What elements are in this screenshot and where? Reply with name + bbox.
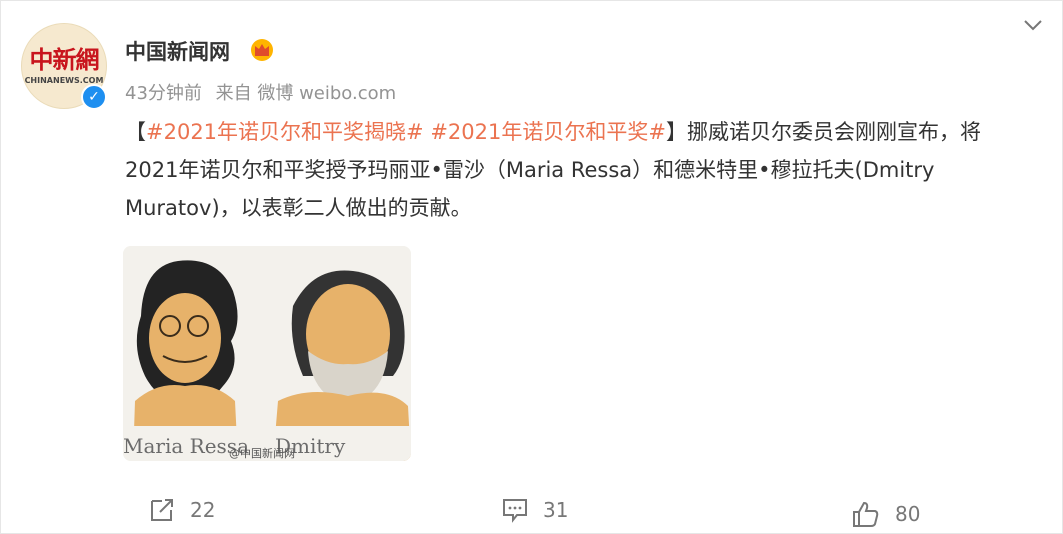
post-source: 来自 微博 weibo.com bbox=[215, 83, 397, 104]
comment-count: 31 bbox=[543, 498, 569, 522]
repost-icon bbox=[151, 499, 173, 521]
content-open-bracket: 【 bbox=[125, 120, 146, 144]
comment-icon bbox=[503, 499, 527, 523]
post-image[interactable]: Maria Ressa Dmitry Muratov @中国新闻网 bbox=[123, 246, 411, 461]
post-meta: 43分钟前 来自 微博 weibo.com bbox=[125, 79, 404, 105]
image-caption-dmitry: Dmitry Muratov bbox=[275, 434, 361, 461]
comment-button[interactable]: 31 bbox=[501, 494, 568, 526]
image-watermark: @中国新闻网 bbox=[229, 447, 295, 460]
repost-count: 22 bbox=[190, 498, 216, 522]
hashtag-link-2[interactable]: #2021年诺贝尔和平奖# bbox=[430, 120, 666, 144]
more-chevron-icon[interactable] bbox=[1021, 17, 1045, 35]
avatar-logo-text: 中新網 bbox=[29, 45, 100, 74]
weibo-post-card: 中新網 CHINANEWS.COM ✓ 中国新闻网 43分钟前 来自 微博 we… bbox=[0, 0, 1063, 534]
hashtag-link[interactable]: #2021年诺贝尔和平奖揭晓# bbox=[146, 120, 424, 144]
like-icon bbox=[853, 501, 879, 527]
like-count: 80 bbox=[895, 502, 921, 526]
author-name[interactable]: 中国新闻网 bbox=[125, 36, 230, 66]
like-button[interactable]: 80 bbox=[851, 498, 920, 530]
repost-button[interactable]: 22 bbox=[148, 494, 215, 526]
post-content: 【#2021年诺贝尔和平奖揭晓# #2021年诺贝尔和平奖#】挪威诺贝尔委员会刚… bbox=[125, 113, 1020, 227]
crown-icon[interactable] bbox=[250, 37, 274, 61]
post-time[interactable]: 43分钟前 bbox=[125, 83, 202, 104]
avatar[interactable]: 中新網 CHINANEWS.COM ✓ bbox=[21, 23, 107, 110]
illustration-portraits bbox=[123, 246, 411, 461]
verified-icon: ✓ bbox=[81, 84, 107, 110]
